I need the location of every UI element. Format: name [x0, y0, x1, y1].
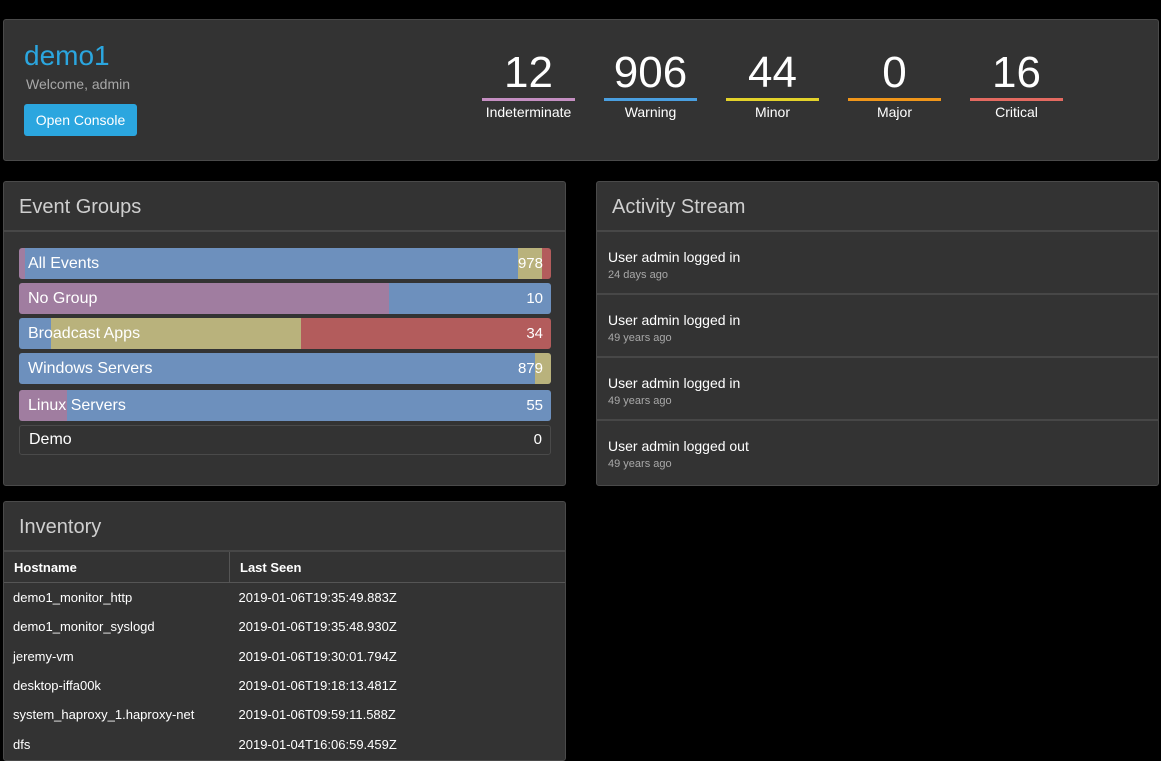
severity-critical[interactable]: 16 Critical	[970, 48, 1063, 120]
severity-count: 16	[992, 48, 1041, 97]
severity-bar	[726, 98, 819, 101]
event-group-name: Linux Servers	[28, 397, 126, 414]
severity-segment-warning	[25, 248, 518, 279]
activity-text: User admin logged out	[608, 438, 749, 454]
table-row[interactable]: desktop-iffa00k 2019-01-06T19:18:13.481Z	[4, 671, 565, 700]
severity-count: 44	[748, 48, 797, 97]
event-group-name: Windows Servers	[28, 360, 153, 377]
event-group-broadcast-apps[interactable]: Broadcast Apps 34	[19, 318, 551, 349]
panel-title: Inventory	[4, 502, 565, 552]
activity-stream-panel: Activity Stream User admin logged in 24 …	[596, 181, 1159, 486]
event-group-name: No Group	[28, 290, 98, 307]
hostname-cell: demo1_monitor_syslogd	[13, 619, 155, 635]
table-row[interactable]: dfs 2019-01-04T16:06:59.459Z	[4, 729, 565, 758]
inventory-table: Hostname Last Seen demo1_monitor_http 20…	[4, 552, 565, 759]
activity-text: User admin logged in	[608, 312, 741, 328]
column-header-hostname[interactable]: Hostname	[4, 552, 230, 583]
table-row[interactable]: system_haproxy_1.haproxy-net 2019-01-06T…	[4, 700, 565, 729]
severity-segment-indeterminate	[19, 248, 26, 279]
table-row[interactable]: jeremy-vm 2019-01-06T19:30:01.794Z	[4, 642, 565, 671]
activity-item: User admin logged in 24 days ago	[597, 232, 1158, 295]
event-group-count: 55	[526, 397, 543, 414]
activity-time: 24 days ago	[608, 269, 668, 281]
severity-label: Indeterminate	[485, 104, 572, 120]
app-title: demo1	[24, 40, 110, 71]
event-group-all-events[interactable]: All Events 978	[19, 248, 551, 279]
severity-label: Critical	[995, 104, 1038, 120]
last-seen-cell: 2019-01-06T19:30:01.794Z	[238, 648, 397, 664]
severity-major[interactable]: 0 Major	[848, 48, 941, 120]
severity-bar	[848, 98, 941, 101]
activity-text: User admin logged in	[608, 249, 741, 265]
severity-count: 0	[882, 48, 907, 97]
last-seen-cell: 2019-01-06T19:35:49.883Z	[238, 590, 397, 606]
hostname-cell: demo1_monitor_http	[13, 590, 133, 606]
inventory-panel: Inventory Hostname Last Seen demo1_monit…	[3, 501, 566, 761]
severity-minor[interactable]: 44 Minor	[726, 48, 819, 120]
welcome-text: Welcome, admin	[26, 76, 131, 92]
activity-time: 49 years ago	[608, 395, 672, 407]
open-console-button[interactable]: Open Console	[24, 104, 137, 136]
severity-count: 906	[613, 48, 688, 97]
last-seen-cell: 2019-01-04T16:06:59.459Z	[238, 736, 397, 752]
event-group-count: 978	[517, 255, 543, 272]
activity-time: 49 years ago	[608, 458, 672, 470]
hostname-cell: system_haproxy_1.haproxy-net	[13, 707, 195, 723]
severity-label: Major	[876, 104, 912, 120]
severity-indeterminate[interactable]: 12 Indeterminate	[482, 48, 575, 120]
event-group-demo[interactable]: Demo 0	[19, 425, 551, 455]
last-seen-cell: 2019-01-06T09:59:11.588Z	[238, 707, 396, 723]
hostname-cell: dfs	[13, 736, 31, 752]
panel-title: Event Groups	[4, 182, 565, 232]
severity-label: Minor	[754, 104, 790, 120]
activity-text: User admin logged in	[608, 375, 741, 391]
activity-item: User admin logged in 49 years ago	[597, 358, 1158, 421]
severity-warning[interactable]: 906 Warning	[604, 48, 697, 120]
table-row[interactable]: demo1_monitor_http 2019-01-06T19:35:49.8…	[4, 583, 565, 613]
last-seen-cell: 2019-01-06T19:35:48.930Z	[238, 619, 397, 635]
event-group-no-group[interactable]: No Group 10	[19, 283, 551, 314]
dashboard-header: demo1 Welcome, admin Open Console 12 Ind…	[3, 19, 1159, 161]
event-group-windows-servers[interactable]: Windows Servers 879	[19, 353, 551, 384]
severity-bar	[604, 98, 697, 101]
severity-count: 12	[504, 48, 553, 97]
event-group-name: All Events	[28, 255, 100, 272]
hostname-cell: desktop-iffa00k	[13, 678, 101, 694]
panel-title: Activity Stream	[597, 182, 1158, 232]
hostname-cell: jeremy-vm	[13, 648, 74, 664]
event-group-count: 10	[526, 290, 543, 307]
severity-segment-critical	[541, 248, 551, 279]
severity-bar	[482, 98, 575, 101]
table-row[interactable]: demo1_monitor_syslogd 2019-01-06T19:35:4…	[4, 612, 565, 641]
event-groups-panel: Event Groups All Events 978 No Group 10 …	[3, 181, 566, 486]
event-group-count: 0	[533, 431, 542, 448]
severity-segment-warning	[66, 390, 551, 421]
event-group-name: Broadcast Apps	[28, 325, 141, 342]
column-header-last-seen[interactable]: Last Seen	[229, 552, 565, 583]
event-group-name: Demo	[29, 431, 72, 448]
event-group-linux-servers[interactable]: Linux Servers 55	[19, 390, 551, 421]
table-header-row: Hostname Last Seen	[4, 552, 565, 583]
severity-label: Warning	[624, 104, 677, 120]
event-group-count: 34	[526, 325, 543, 342]
severity-bar	[970, 98, 1063, 101]
activity-item: User admin logged in 49 years ago	[597, 295, 1158, 358]
severity-segment-critical	[300, 318, 551, 349]
activity-item: User admin logged out 49 years ago	[597, 421, 1158, 484]
last-seen-cell: 2019-01-06T19:18:13.481Z	[238, 678, 397, 694]
event-group-count: 879	[517, 360, 543, 377]
activity-time: 49 years ago	[608, 332, 672, 344]
